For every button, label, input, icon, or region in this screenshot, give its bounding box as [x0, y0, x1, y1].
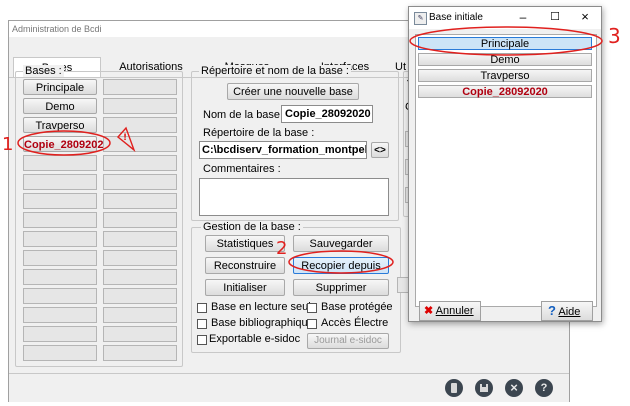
annotation-ellipse-recopier: [288, 250, 394, 274]
annotation-ellipse-copie: [17, 130, 111, 156]
annotation-layer: [17, 26, 603, 274]
annotation-warning-mark: !: [123, 133, 128, 143]
annotation-number-1: 1: [2, 134, 14, 155]
annotation-ellipse-principale: [409, 26, 603, 56]
annotation-number-2: 2: [276, 238, 288, 259]
annotation-number-3: 3: [608, 24, 621, 48]
